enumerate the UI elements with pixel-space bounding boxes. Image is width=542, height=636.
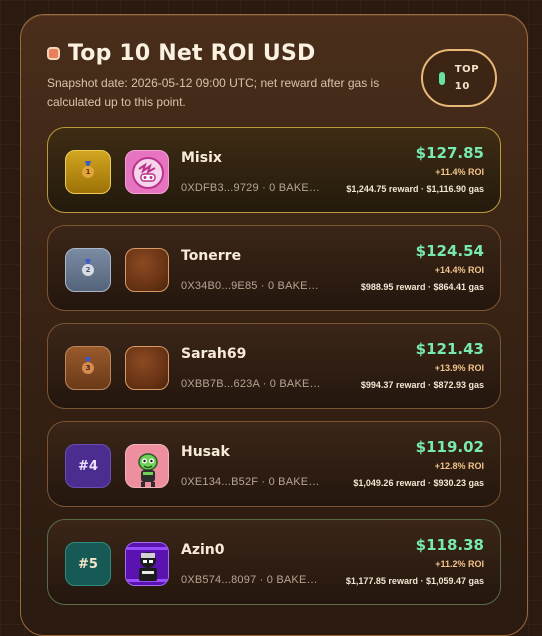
avatar[interactable] [125,248,169,292]
leaderboard-row[interactable]: #5 Azin0 0XB574...8097 · 0 BAKERY... $11… [47,519,501,605]
reward-gas-detail: $1,244.75 reward · $1,116.90 gas [346,184,484,194]
top-badge-label: TOP [454,64,480,75]
status-dot-icon [438,71,445,85]
reward-gas-detail: $1,049.26 reward · $930.23 gas [353,478,484,488]
wallet-address: 0X34B0...9E85 · 0 BAKERY... [181,280,321,292]
net-roi-value: $121.43 [415,340,484,358]
roi-percent: +12.8% ROI [434,461,484,471]
player-name: Azin0 [181,542,225,558]
avatar-art [126,543,168,585]
roi-percent: +13.9% ROI [434,363,484,373]
wallet-address: 0XE134...B52F · 0 BAKERY... [181,476,321,488]
rank-badge: 2 [65,248,111,292]
net-roi-value: $118.38 [415,536,484,554]
silver-medal-icon: 2 [82,264,94,276]
avatar[interactable] [125,542,169,586]
net-roi-value: $119.02 [415,438,484,456]
avatar[interactable] [125,346,169,390]
avatar[interactable] [125,444,169,488]
player-name: Husak [181,444,230,460]
leaderboard-panel: Top 10 Net ROI USD Snapshot date: 2026-0… [20,14,528,636]
net-roi-value: $124.54 [415,242,484,260]
rank-badge: #4 [65,444,111,488]
leaderboard-row[interactable]: #4 Husak 0XE134...B52F · 0 BAKERY... $11… [47,421,501,507]
rank-badge: 3 [65,346,111,390]
net-roi-value: $127.85 [415,144,484,162]
player-name: Sarah69 [181,346,247,362]
player-name: Misix [181,150,222,166]
roi-percent: +11.4% ROI [435,167,484,177]
reward-gas-detail: $994.37 reward · $872.93 gas [360,380,484,390]
top-badge-count: 10 [454,81,470,92]
bronze-medal-icon: 3 [82,362,94,374]
snapshot-note: Snapshot date: 2026-05-12 09:00 UTC; net… [47,76,380,109]
roi-percent: +11.2% ROI [435,559,484,569]
player-name: Tonerre [181,248,242,264]
avatar-art [138,453,158,487]
avatar[interactable] [125,150,169,194]
leaderboard-row[interactable]: 2 Tonerre 0X34B0...9E85 · 0 BAKERY... $1… [47,225,501,311]
rank-badge: 1 [65,150,111,194]
leaderboard-header: Top 10 Net ROI USD Snapshot date: 2026-0… [47,41,407,112]
avatar-art [132,157,164,189]
leaderboard-row[interactable]: 1 Misix 0XDFB3...9729 · 0 BAKERY... $127… [47,127,501,213]
rank-badge: #5 [65,542,111,586]
reward-gas-detail: $1,177.85 reward · $1,059.47 gas [345,576,484,586]
gold-medal-icon: 1 [82,166,94,178]
title-bullet-icon [47,47,60,60]
reward-gas-detail: $988.95 reward · $864.41 gas [360,282,484,292]
leaderboard-row[interactable]: 3 Sarah69 0XBB7B...623A · 0 BAKERY... $1… [47,323,501,409]
wallet-address: 0XDFB3...9729 · 0 BAKERY... [181,182,321,194]
page-title: Top 10 Net ROI USD [68,41,316,66]
wallet-address: 0XBB7B...623A · 0 BAKERY... [181,378,321,390]
title-row: Top 10 Net ROI USD [47,41,407,66]
leaderboard-list: 1 Misix 0XDFB3...9729 · 0 BAKERY... $127… [47,127,501,617]
top-count-toggle[interactable]: TOP 10 [421,49,497,107]
roi-percent: +14.4% ROI [434,265,484,275]
wallet-address: 0XB574...8097 · 0 BAKERY... [181,574,321,586]
